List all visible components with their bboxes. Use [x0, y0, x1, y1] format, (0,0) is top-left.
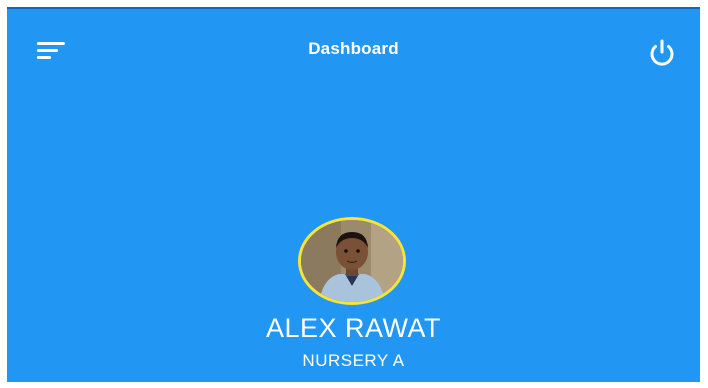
- dashboard-screen: Dashboard ALEX RAWAT NURSERY A: [7, 7, 700, 382]
- power-icon[interactable]: [644, 35, 680, 71]
- student-name: ALEX RAWAT: [265, 313, 442, 343]
- student-class: NURSERY A: [302, 351, 405, 370]
- avatar-photo: [301, 220, 403, 302]
- avatar[interactable]: [298, 217, 406, 305]
- student-profile: ALEX RAWAT NURSERY A: [7, 217, 700, 382]
- top-app-bar: Dashboard: [7, 9, 700, 89]
- page-title: Dashboard: [308, 39, 399, 58]
